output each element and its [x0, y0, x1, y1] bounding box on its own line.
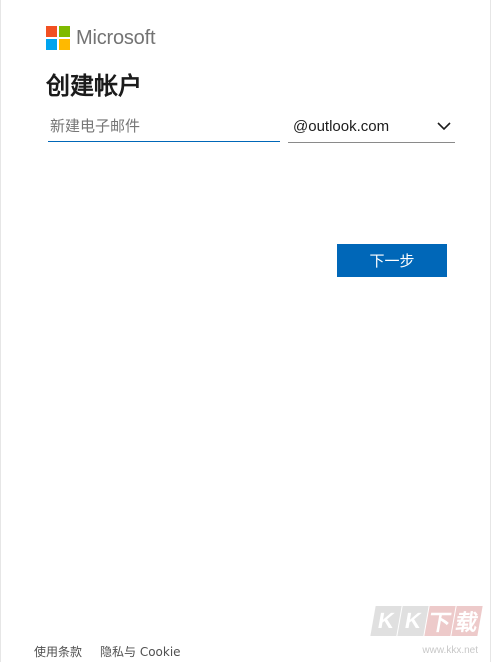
- watermark-char: 下: [424, 606, 456, 636]
- watermark-char: K: [397, 606, 429, 636]
- microsoft-logo-icon: [46, 26, 70, 50]
- signup-window: Microsoft 创建帐户 @outlook.com 下一步 使用条款 隐私与…: [0, 0, 491, 662]
- watermark: K K 下 载 www.kkx.net: [364, 606, 483, 656]
- watermark-char: 载: [451, 606, 483, 636]
- privacy-link[interactable]: 隐私与 Cookie: [100, 643, 181, 660]
- email-input[interactable]: [48, 110, 280, 142]
- domain-select[interactable]: @outlook.com: [288, 110, 455, 143]
- microsoft-logo: Microsoft: [46, 26, 156, 50]
- footer: 使用条款 隐私与 Cookie: [34, 643, 181, 660]
- watermark-logo: K K 下 载: [370, 606, 483, 636]
- page-title: 创建帐户: [46, 72, 142, 100]
- brand-name: Microsoft: [76, 26, 156, 49]
- watermark-url: www.kkx.net: [422, 645, 478, 656]
- chevron-down-icon: [437, 122, 451, 131]
- next-button[interactable]: 下一步: [337, 244, 447, 277]
- watermark-char: K: [370, 606, 402, 636]
- terms-link[interactable]: 使用条款: [34, 643, 82, 660]
- domain-selected-value: @outlook.com: [293, 117, 390, 135]
